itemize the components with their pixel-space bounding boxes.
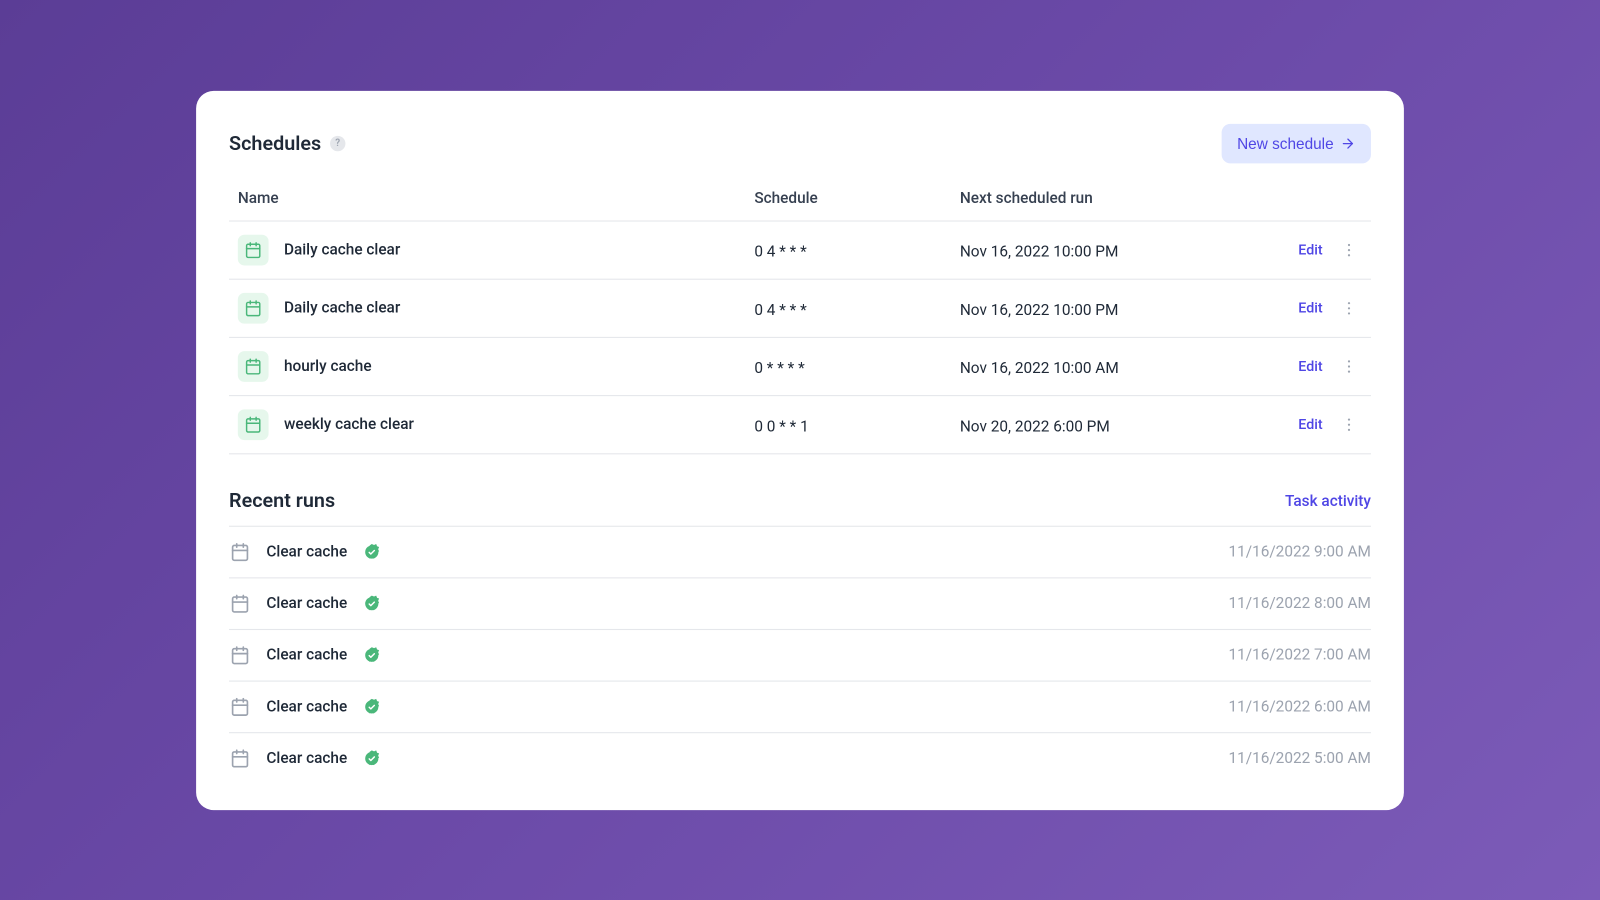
schedules-card: Schedules ? New schedule Name Schedule N… <box>196 90 1404 809</box>
schedule-cron: 0 4 * * * <box>754 242 806 260</box>
schedules-header: Schedules ? New schedule <box>229 123 1371 163</box>
run-name: Clear cache <box>266 698 347 716</box>
check-badge-icon <box>363 646 381 664</box>
run-name: Clear cache <box>266 543 347 561</box>
schedule-next: Nov 16, 2022 10:00 PM <box>960 242 1119 260</box>
schedule-cron: 0 0 * * 1 <box>754 417 808 435</box>
calendar-icon <box>238 292 269 323</box>
help-icon[interactable]: ? <box>330 135 345 150</box>
run-name: Clear cache <box>266 749 347 767</box>
edit-link[interactable]: Edit <box>1298 358 1322 374</box>
recent-header: Recent runs Task activity <box>229 489 1371 512</box>
calendar-icon <box>229 695 251 717</box>
run-rows: Clear cache11/16/2022 9:00 AMClear cache… <box>229 525 1371 783</box>
schedule-next: Nov 16, 2022 10:00 PM <box>960 301 1119 319</box>
run-row: Clear cache 11/16/2022 7:00 AM <box>229 628 1371 680</box>
check-badge-icon <box>363 698 381 716</box>
run-time: 11/16/2022 7:00 AM <box>1228 646 1371 664</box>
check-badge-icon <box>363 749 381 767</box>
calendar-icon <box>238 351 269 382</box>
calendar-icon <box>229 592 251 614</box>
schedule-next: Nov 16, 2022 10:00 AM <box>960 359 1119 377</box>
more-menu-button[interactable] <box>1336 411 1362 437</box>
schedule-row: Daily cache clear 0 4 * * * Nov 16, 2022 1… <box>229 279 1371 337</box>
column-next: Next scheduled run <box>960 189 1250 207</box>
table-header: Name Schedule Next scheduled run <box>229 178 1371 221</box>
run-time: 11/16/2022 5:00 AM <box>1228 749 1371 767</box>
check-badge-icon <box>363 543 381 561</box>
new-schedule-label: New schedule <box>1237 134 1334 152</box>
run-row: Clear cache 11/16/2022 5:00 AM <box>229 732 1371 784</box>
recent-title: Recent runs <box>229 489 335 512</box>
calendar-icon <box>238 234 269 265</box>
new-schedule-button[interactable]: New schedule <box>1222 123 1371 163</box>
run-time: 11/16/2022 9:00 AM <box>1228 543 1371 561</box>
schedules-title: Schedules <box>229 132 321 155</box>
schedule-name: weekly cache clear <box>284 415 414 433</box>
run-name: Clear cache <box>266 646 347 664</box>
schedule-row: hourly cache 0 * * * * Nov 16, 2022 10:00 … <box>229 337 1371 395</box>
run-row: Clear cache 11/16/2022 9:00 AM <box>229 525 1371 577</box>
edit-link[interactable]: Edit <box>1298 300 1322 316</box>
task-activity-link[interactable]: Task activity <box>1285 492 1371 510</box>
edit-link[interactable]: Edit <box>1298 241 1322 257</box>
calendar-icon <box>238 409 269 440</box>
arrow-right-icon <box>1340 135 1355 150</box>
schedules-title-wrap: Schedules ? <box>229 132 345 155</box>
schedule-rows: Daily cache clear 0 4 * * * Nov 16, 2022 1… <box>229 221 1371 454</box>
more-menu-button[interactable] <box>1336 236 1362 262</box>
run-time: 11/16/2022 6:00 AM <box>1228 698 1371 716</box>
schedule-row: weekly cache clear 0 0 * * 1 Nov 20, 2022 … <box>229 396 1371 454</box>
run-row: Clear cache 11/16/2022 8:00 AM <box>229 577 1371 629</box>
schedule-row: Daily cache clear 0 4 * * * Nov 16, 2022 1… <box>229 221 1371 279</box>
more-menu-button[interactable] <box>1336 353 1362 379</box>
calendar-icon <box>229 644 251 666</box>
edit-link[interactable]: Edit <box>1298 416 1322 432</box>
schedule-name: hourly cache <box>284 357 372 375</box>
calendar-icon <box>229 747 251 769</box>
column-schedule: Schedule <box>754 189 960 207</box>
more-menu-button[interactable] <box>1336 295 1362 321</box>
schedule-next: Nov 20, 2022 6:00 PM <box>960 417 1110 435</box>
run-row: Clear cache 11/16/2022 6:00 AM <box>229 680 1371 732</box>
schedule-name: Daily cache clear <box>284 241 400 259</box>
schedule-name: Daily cache clear <box>284 299 400 317</box>
schedule-cron: 0 4 * * * <box>754 301 806 319</box>
check-badge-icon <box>363 594 381 612</box>
run-name: Clear cache <box>266 594 347 612</box>
calendar-icon <box>229 541 251 563</box>
run-time: 11/16/2022 8:00 AM <box>1228 594 1371 612</box>
column-name: Name <box>229 189 754 207</box>
schedule-cron: 0 * * * * <box>754 359 804 377</box>
